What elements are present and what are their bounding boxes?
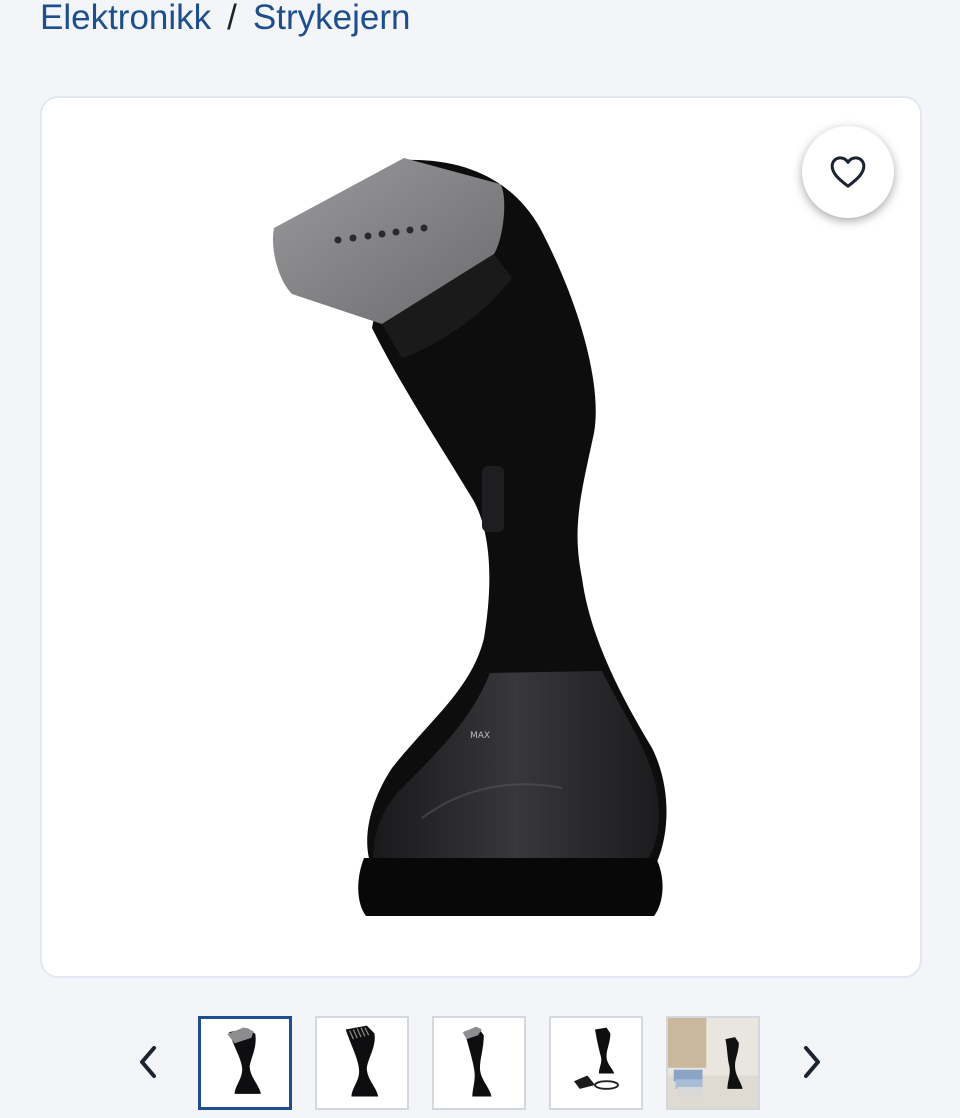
steamer-front-thumbnail bbox=[227, 1027, 261, 1094]
breadcrumb: Elektronikk / Strykejern bbox=[40, 0, 410, 42]
favorite-button[interactable] bbox=[802, 126, 894, 218]
breadcrumb-link-elektronikk[interactable]: Elektronikk bbox=[40, 0, 211, 38]
thumbnail-gallery bbox=[0, 1014, 960, 1114]
chevron-right-icon bbox=[804, 1046, 820, 1078]
steamer-nozzle-thumbnail bbox=[345, 1025, 379, 1097]
steamer-lifestyle-thumbnail bbox=[668, 1018, 758, 1108]
garment-steamer-image: MAX bbox=[272, 158, 667, 916]
steamer-side-thumbnail bbox=[462, 1026, 492, 1097]
product-image-card: MAX bbox=[40, 96, 922, 978]
breadcrumb-separator: / bbox=[227, 0, 237, 37]
gallery-prev-button[interactable] bbox=[124, 1038, 172, 1086]
thumbnail-1[interactable] bbox=[198, 1016, 292, 1110]
gallery-next-button[interactable] bbox=[788, 1038, 836, 1086]
chevron-left-icon bbox=[140, 1046, 156, 1078]
steamer-accessories-thumbnail bbox=[573, 1027, 619, 1090]
thumbnail-2[interactable] bbox=[315, 1016, 409, 1110]
thumbnail-4[interactable] bbox=[549, 1016, 643, 1110]
thumbnail-5[interactable] bbox=[666, 1016, 760, 1110]
thumbnail-3[interactable] bbox=[432, 1016, 526, 1110]
breadcrumb-link-strykejern[interactable]: Strykejern bbox=[253, 0, 411, 38]
heart-outline-icon bbox=[830, 156, 866, 188]
max-mark: MAX bbox=[470, 731, 490, 741]
